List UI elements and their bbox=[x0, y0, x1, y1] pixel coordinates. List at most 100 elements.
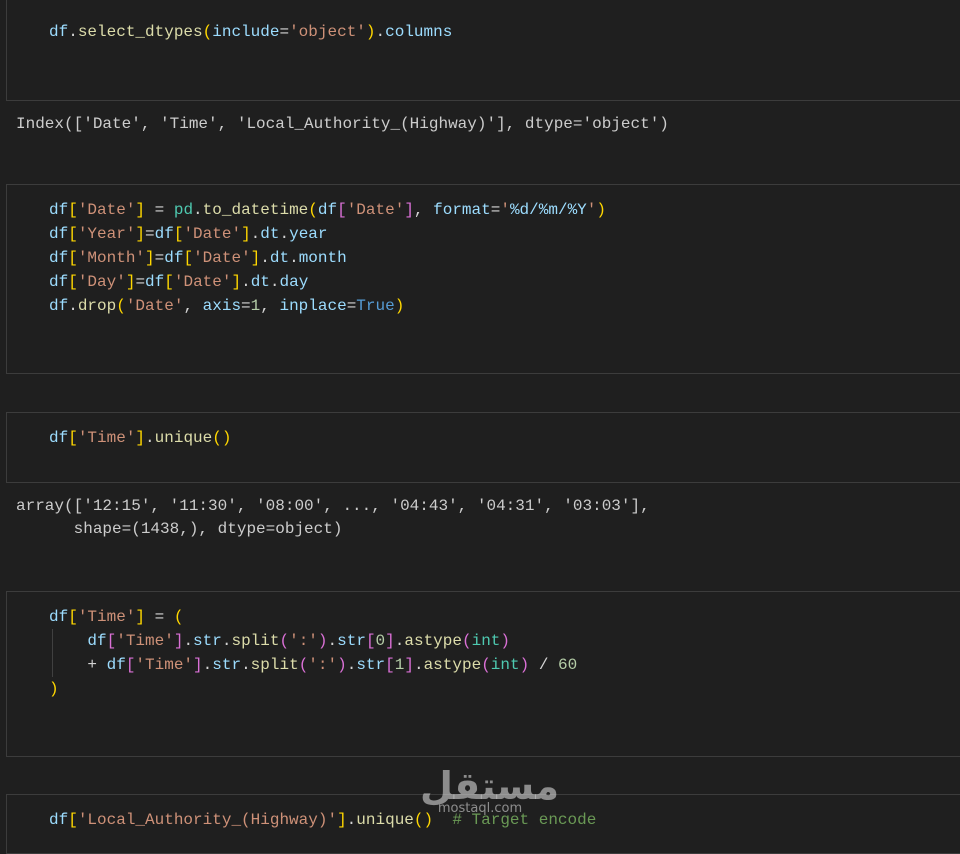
token: 'Month' bbox=[77, 249, 146, 267]
token: ) bbox=[394, 297, 405, 315]
token: = bbox=[135, 273, 146, 291]
token: , bbox=[260, 297, 280, 315]
token: . bbox=[269, 273, 280, 291]
token: select_dtypes bbox=[77, 23, 203, 41]
output-line: shape=(1438,), dtype=object) bbox=[16, 520, 343, 538]
token: . bbox=[289, 249, 299, 267]
token: , bbox=[183, 297, 203, 315]
cell-1-source[interactable]: df.select_dtypes(include='object').colum… bbox=[49, 20, 452, 44]
token: df bbox=[49, 273, 69, 291]
token: ) bbox=[49, 680, 59, 698]
token: ) bbox=[423, 811, 434, 829]
token: df bbox=[317, 201, 338, 219]
token: split bbox=[231, 632, 280, 650]
token: ( bbox=[481, 656, 491, 674]
token: ] bbox=[385, 632, 395, 650]
token: = bbox=[145, 225, 155, 243]
token: str bbox=[337, 632, 366, 650]
cell-2-source[interactable]: df['Date'] = pd.to_datetime(df['Date'], … bbox=[49, 198, 606, 318]
token: ( bbox=[279, 632, 290, 650]
token: pd bbox=[173, 201, 194, 219]
token: ':' bbox=[289, 632, 318, 650]
cell-1-output: Index(['Date', 'Time', 'Local_Authority_… bbox=[16, 115, 669, 133]
token: # Target encode bbox=[452, 811, 597, 829]
token: ] bbox=[135, 201, 146, 219]
token: columns bbox=[385, 23, 453, 41]
token: . bbox=[346, 811, 357, 829]
token: [ bbox=[125, 656, 136, 674]
token: True bbox=[356, 297, 395, 315]
token: . bbox=[241, 656, 251, 674]
token: df bbox=[87, 632, 107, 650]
token: ( bbox=[173, 608, 184, 626]
token: axis bbox=[202, 297, 242, 315]
token: ) bbox=[365, 23, 376, 41]
token: ':' bbox=[308, 656, 338, 674]
token: = bbox=[145, 201, 174, 219]
token: [ bbox=[337, 201, 347, 219]
token: ' bbox=[500, 201, 510, 219]
token: 'Year' bbox=[77, 225, 136, 243]
token: 1 bbox=[250, 297, 261, 315]
token: [ bbox=[385, 656, 395, 674]
token: / bbox=[529, 656, 559, 674]
token: [ bbox=[68, 273, 78, 291]
token: . bbox=[327, 632, 338, 650]
token: month bbox=[298, 249, 347, 267]
token: = bbox=[490, 201, 501, 219]
token: int bbox=[490, 656, 520, 674]
token: ] bbox=[135, 608, 146, 626]
token: . bbox=[279, 225, 290, 243]
token: str bbox=[212, 656, 242, 674]
cell-3-source[interactable]: df['Time'].unique() bbox=[49, 426, 231, 450]
cell-4-source[interactable]: df['Time'] = ( df['Time'].str.split(':')… bbox=[49, 605, 577, 701]
token: ( bbox=[308, 201, 318, 219]
token: 'Date' bbox=[77, 201, 136, 219]
token: [ bbox=[68, 201, 78, 219]
token: ] bbox=[337, 811, 347, 829]
token: [ bbox=[183, 249, 194, 267]
token: df bbox=[49, 608, 69, 626]
token: . bbox=[241, 273, 251, 291]
token: . bbox=[413, 656, 424, 674]
token: 'Time' bbox=[135, 656, 194, 674]
token: . bbox=[394, 632, 405, 650]
token: 1 bbox=[394, 656, 405, 674]
token: str bbox=[356, 656, 386, 674]
token: ( bbox=[461, 632, 472, 650]
token: format bbox=[433, 201, 491, 219]
token: ] bbox=[193, 656, 203, 674]
token: df bbox=[49, 225, 69, 243]
code-cell-1[interactable] bbox=[6, 0, 960, 101]
token: unique bbox=[356, 811, 414, 829]
token: ) bbox=[596, 201, 606, 219]
token: ) bbox=[221, 429, 232, 447]
token: , bbox=[413, 201, 434, 219]
token: . bbox=[250, 225, 261, 243]
token: 'Date' bbox=[173, 273, 232, 291]
token: ( bbox=[212, 429, 222, 447]
token: dt bbox=[269, 249, 290, 267]
token: . bbox=[193, 201, 203, 219]
token: 'Day' bbox=[77, 273, 126, 291]
token: inplace bbox=[279, 297, 347, 315]
token: 'Date' bbox=[183, 225, 242, 243]
token: ) bbox=[519, 656, 530, 674]
token: 'Time' bbox=[116, 632, 174, 650]
token: year bbox=[289, 225, 328, 243]
token: . bbox=[145, 429, 155, 447]
token: [ bbox=[68, 225, 78, 243]
token: [ bbox=[164, 273, 174, 291]
token: + bbox=[87, 656, 107, 674]
token: astype bbox=[423, 656, 482, 674]
token: day bbox=[279, 273, 309, 291]
token: df bbox=[49, 23, 69, 41]
cell-5-source[interactable]: df['Local_Authority_(Highway)'].unique()… bbox=[49, 808, 596, 832]
token: ( bbox=[116, 297, 126, 315]
token: df bbox=[164, 249, 184, 267]
token: ( bbox=[413, 811, 424, 829]
token: df bbox=[154, 225, 174, 243]
token: include bbox=[212, 23, 280, 41]
token: ] bbox=[135, 225, 146, 243]
token: ] bbox=[404, 656, 414, 674]
